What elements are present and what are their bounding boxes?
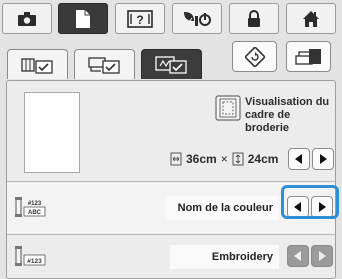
arrow-right-icon — [319, 251, 326, 261]
thread-number-prev-button[interactable] — [287, 245, 309, 267]
svg-text:#123: #123 — [27, 258, 42, 265]
home-tab[interactable] — [286, 3, 336, 34]
frame-prev-button[interactable] — [288, 148, 310, 170]
thread-color-value: Nom de la couleur — [165, 196, 279, 220]
frame-next-button[interactable] — [312, 148, 334, 170]
frame-height-value: 24cm — [247, 152, 279, 166]
help-icon: ? — [127, 9, 153, 28]
frame-preview — [24, 92, 80, 173]
embroidery-frame-icon — [215, 95, 241, 121]
frame-width-value: 36cm — [186, 152, 217, 166]
camera-tab[interactable] — [2, 3, 52, 34]
reset-button[interactable] — [232, 41, 277, 72]
top-tab-bar: ? — [0, 0, 342, 37]
settings-subheader — [0, 37, 342, 81]
general-settings-tab[interactable] — [74, 49, 135, 79]
eco-tab[interactable] — [172, 3, 222, 34]
svg-text:?: ? — [136, 13, 143, 27]
arrow-left-icon — [295, 154, 302, 164]
thread-number-next-button[interactable] — [311, 245, 333, 267]
help-tab[interactable]: ? — [115, 3, 165, 34]
thread-number-value: Embroidery — [170, 245, 279, 269]
multiply-sign: × — [220, 152, 228, 166]
thread-number-icon: #123 — [15, 246, 46, 266]
lock-tab[interactable] — [229, 3, 279, 34]
embroidery-settings-icon — [154, 55, 187, 74]
svg-text:#123: #123 — [28, 201, 42, 207]
svg-text:ABC: ABC — [28, 210, 42, 216]
sewing-settings-tab[interactable] — [7, 49, 68, 79]
frame-size-display: 36cm × 24cm — [170, 148, 278, 170]
machine-icon — [294, 48, 321, 65]
machine-button[interactable] — [286, 41, 331, 72]
home-icon — [303, 10, 319, 27]
arrow-left-icon — [294, 251, 301, 261]
general-settings-icon — [87, 56, 120, 74]
thread-number-row: #123 Embroidery — [7, 234, 335, 278]
selection-highlight — [281, 185, 339, 219]
document-settings-icon — [76, 9, 90, 28]
embroidery-settings-tab[interactable] — [141, 49, 202, 79]
thread-color-name-icon: #123 ABC — [15, 197, 46, 217]
arrow-right-icon — [320, 154, 327, 164]
eco-mode-icon — [184, 11, 211, 26]
embroidery-settings-panel: Visualisation du cadre de broderie 36cm … — [6, 80, 339, 279]
frame-height-icon — [232, 152, 244, 166]
camera-icon — [18, 11, 36, 26]
frame-width-icon — [170, 152, 182, 166]
lock-icon — [248, 9, 260, 27]
reset-icon — [244, 46, 265, 67]
sewing-settings-icon — [20, 57, 53, 74]
settings-tab[interactable] — [58, 3, 108, 34]
frame-display-label: Visualisation du cadre de broderie — [245, 96, 330, 134]
